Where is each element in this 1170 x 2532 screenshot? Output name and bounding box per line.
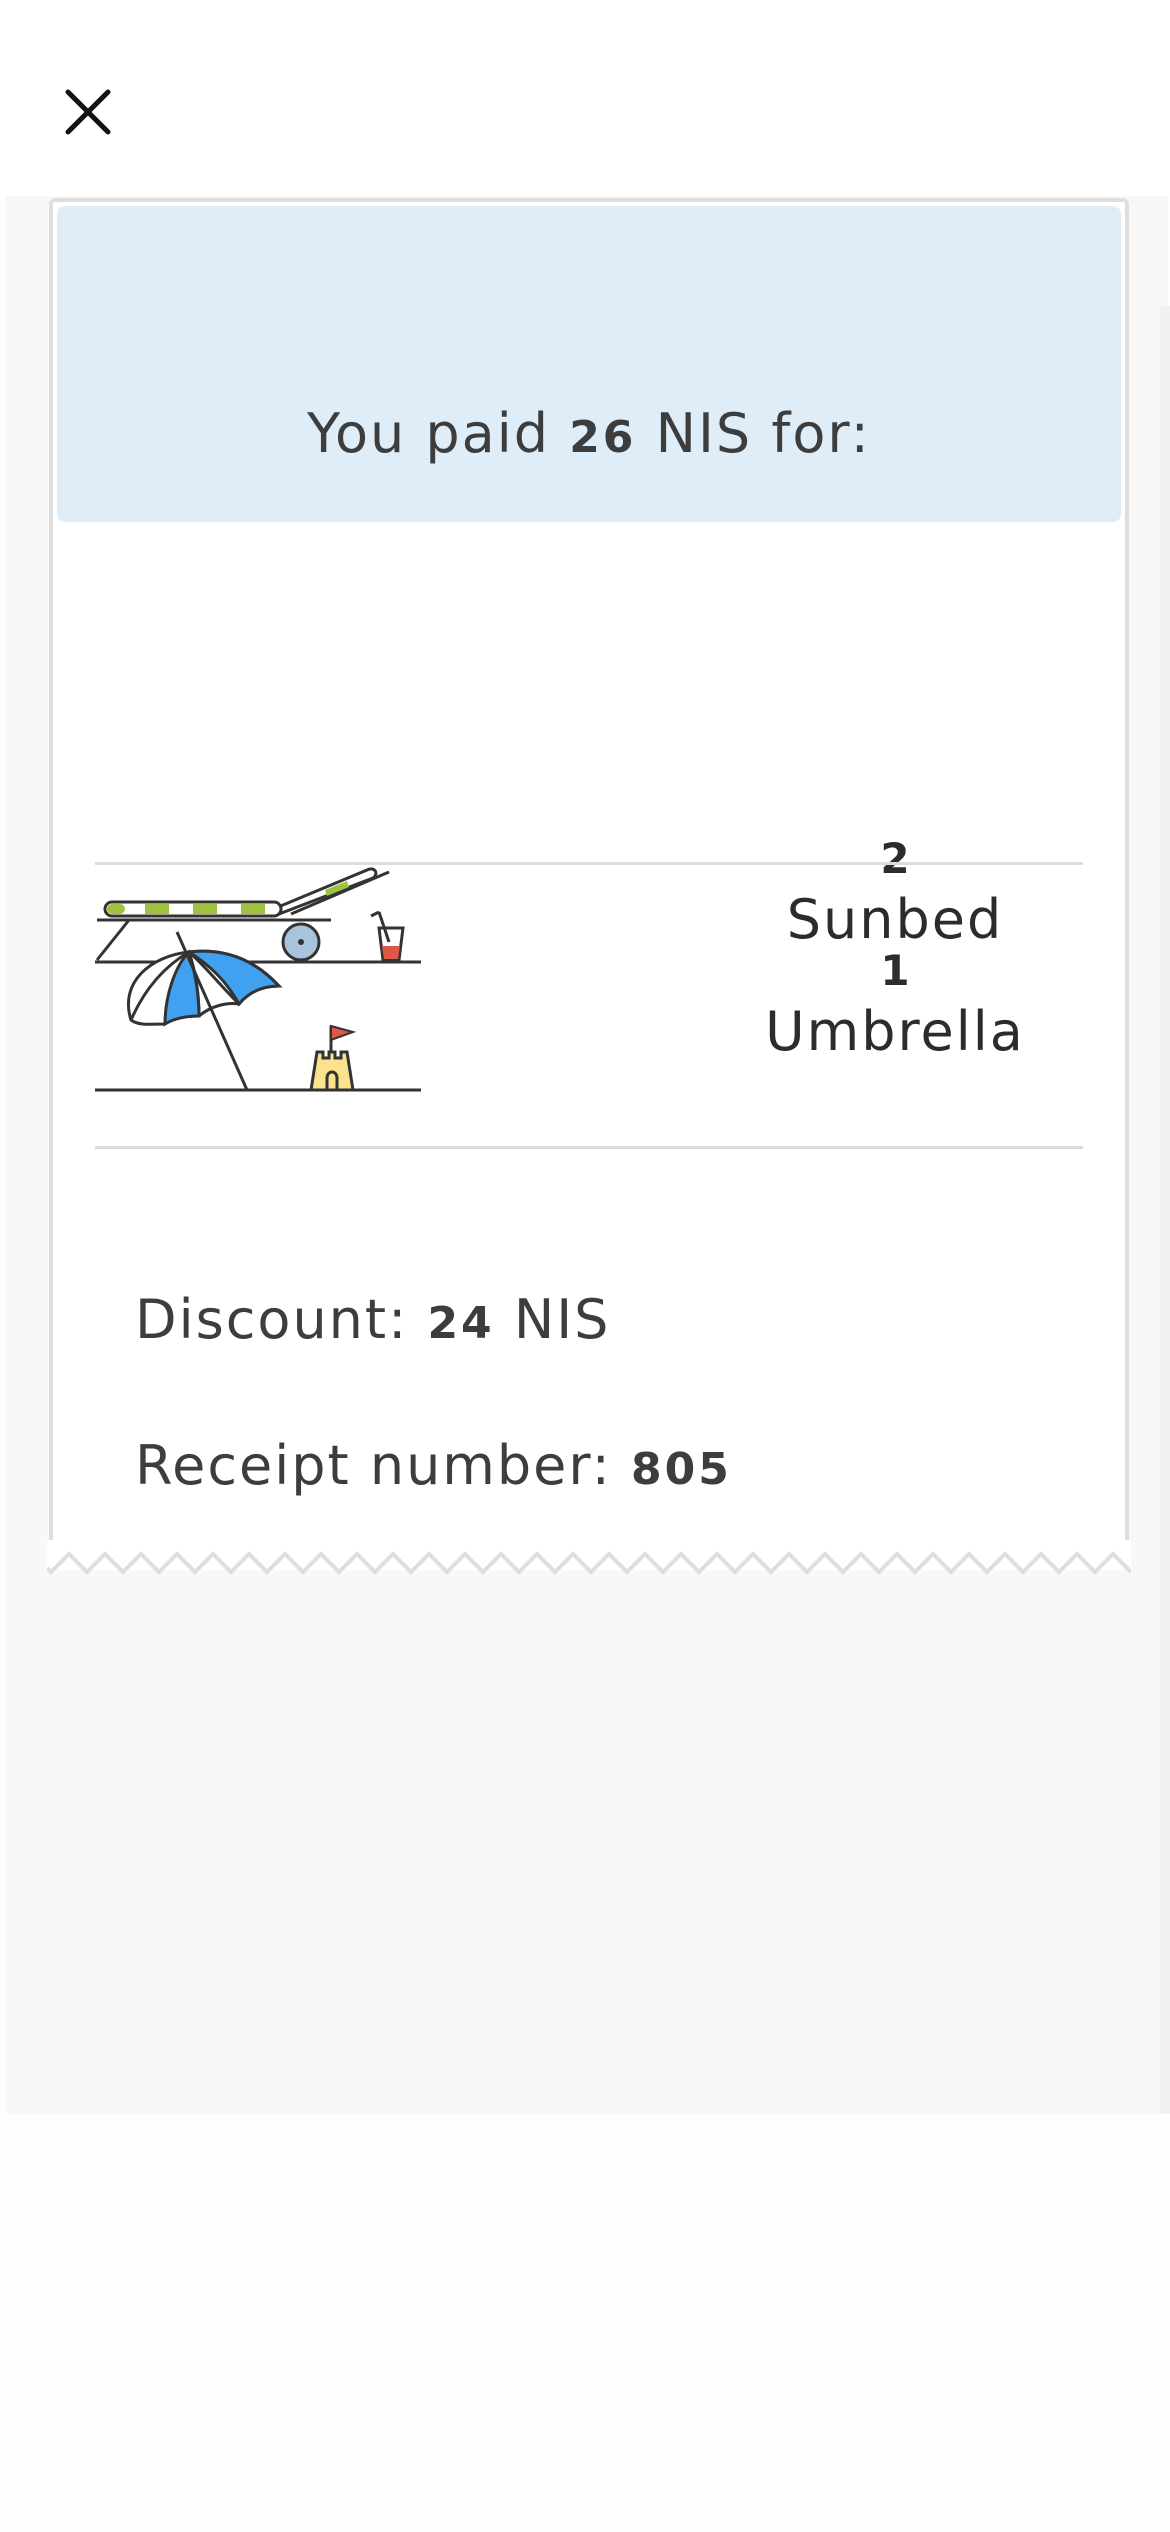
umbrella-quantity: 1 xyxy=(880,946,910,995)
discount-label: Discount: xyxy=(135,1288,409,1351)
list-item: 1 Umbrella xyxy=(95,926,1083,1206)
discount-line: Discount: 24 NIS xyxy=(135,1288,610,1351)
divider xyxy=(95,1146,1083,1149)
receipt-number-line: Receipt number: 805 xyxy=(135,1434,732,1497)
background-strip xyxy=(1160,306,1170,2114)
discount-currency: NIS xyxy=(513,1288,611,1351)
paid-prefix: You paid xyxy=(307,402,551,465)
discount-amount: 24 xyxy=(427,1298,495,1349)
receipt-card: You paid 26 NIS for: 2 Sunbed 1 Umbrella… xyxy=(49,198,1129,1570)
sunbed-quantity: 2 xyxy=(880,834,910,883)
close-button[interactable] xyxy=(52,76,124,148)
paid-summary: You paid 26 NIS for: xyxy=(57,402,1121,465)
close-icon xyxy=(65,89,111,135)
receipt-number-label: Receipt number: xyxy=(135,1434,612,1497)
receipt-header: You paid 26 NIS for: xyxy=(57,206,1121,522)
divider xyxy=(95,862,1083,865)
receipt-torn-edge xyxy=(47,1540,1131,1575)
paid-suffix: NIS for: xyxy=(655,402,871,465)
paid-amount: 26 xyxy=(569,412,637,463)
receipt-number: 805 xyxy=(631,1444,732,1495)
umbrella-label: Umbrella xyxy=(765,1000,1025,1063)
umbrella-icon xyxy=(95,931,421,1092)
top-bar xyxy=(0,0,1170,196)
